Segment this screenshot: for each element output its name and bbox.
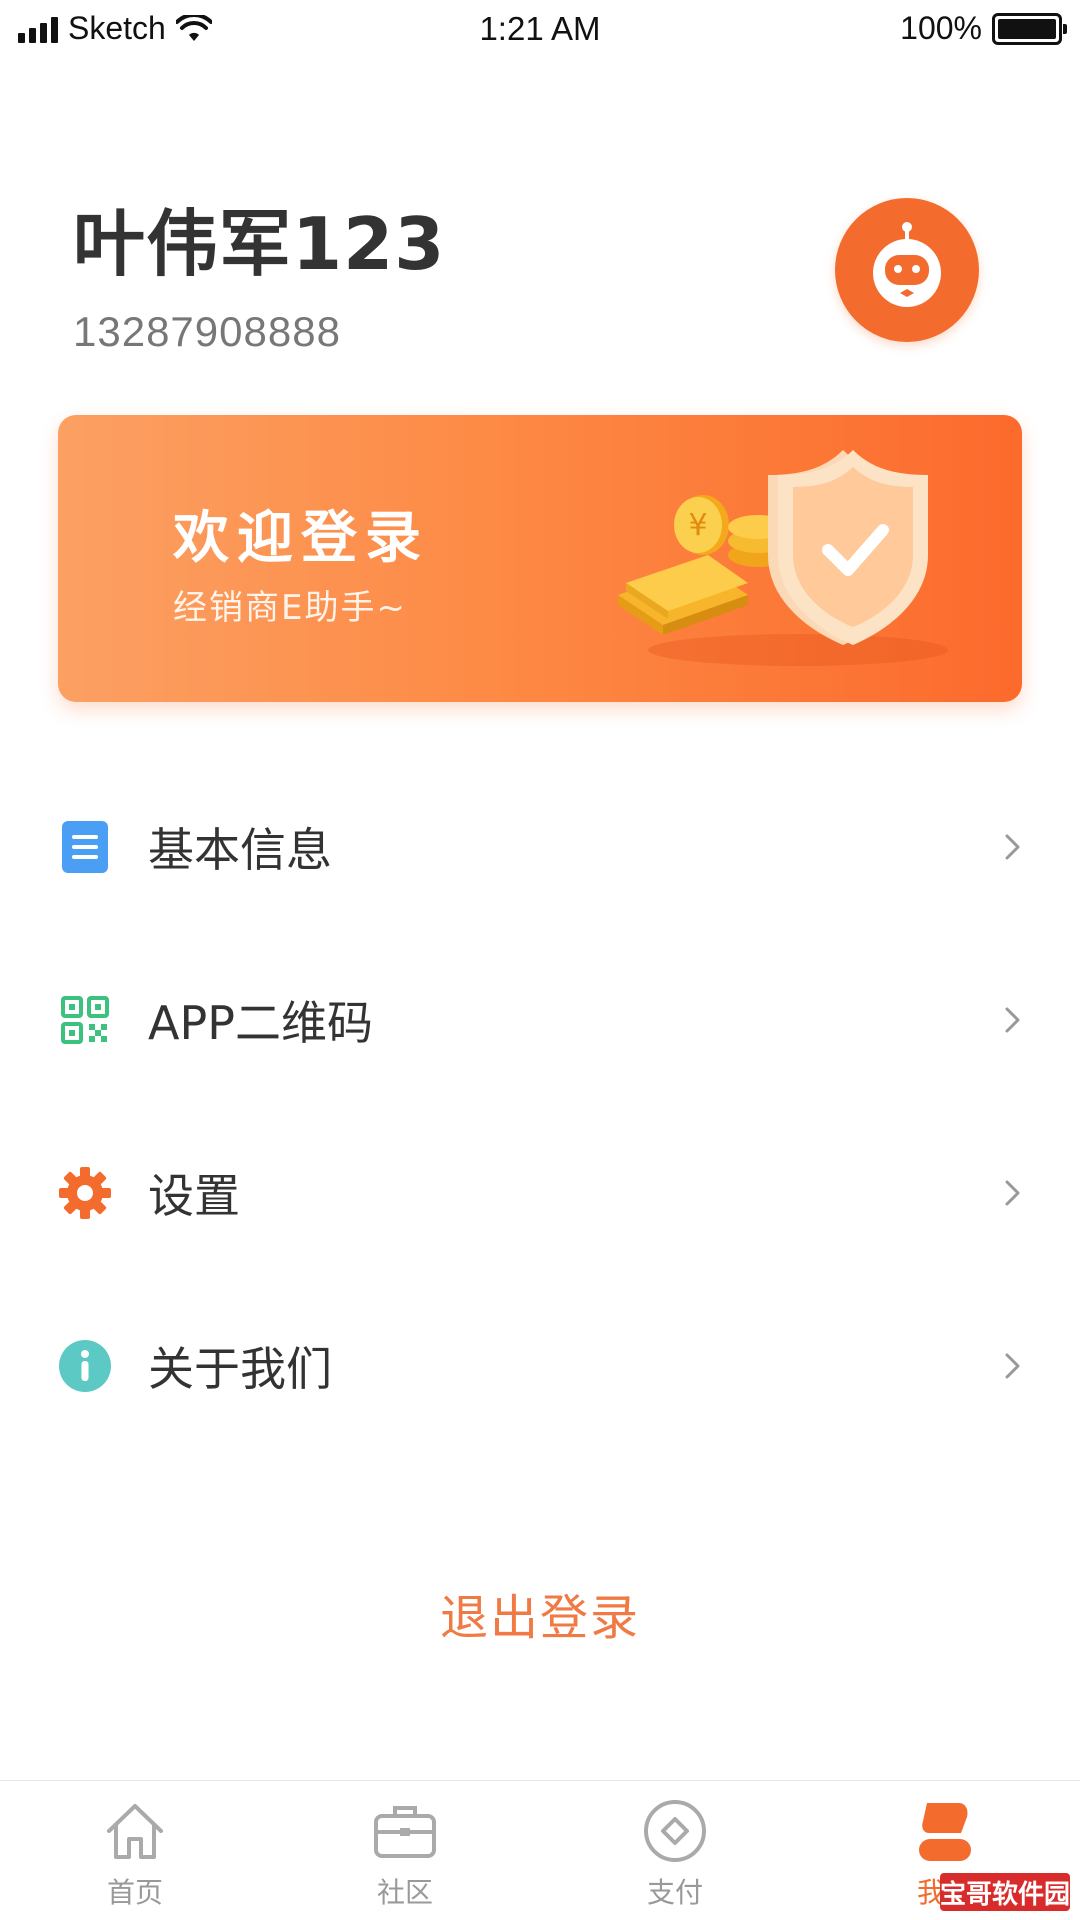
user-name: 叶伟军123 <box>73 202 446 286</box>
settings-menu: 基本信息 APP二维码 设置 关于我们 <box>0 760 1080 1452</box>
chevron-right-icon <box>1005 1007 1020 1032</box>
user-icon <box>913 1799 977 1863</box>
tab-payment[interactable]: 支付 <box>540 1781 810 1920</box>
info-icon <box>58 1339 112 1393</box>
profile-info: 叶伟军123 13287908888 <box>73 185 445 356</box>
status-bar-right: 100% <box>900 10 1067 47</box>
battery-percentage: 100% <box>900 10 982 46</box>
status-bar: Sketch 1:21 AM 100% <box>0 0 1080 62</box>
menu-item-label: 基本信息 <box>148 822 332 877</box>
money-stack-icon <box>618 555 748 635</box>
menu-item-settings[interactable]: 设置 <box>0 1106 1080 1279</box>
banner-title: 欢迎登录 <box>173 506 429 571</box>
qr-code-icon <box>58 993 112 1047</box>
banner-subtitle: 经销商E助手~ <box>173 588 407 628</box>
svg-text:¥: ¥ <box>688 508 707 543</box>
chevron-right-icon <box>1005 1180 1020 1205</box>
tab-community[interactable]: 社区 <box>270 1781 540 1920</box>
home-icon <box>103 1799 167 1863</box>
briefcase-icon <box>373 1799 437 1863</box>
tab-label: 支付 <box>646 1876 703 1909</box>
menu-item-label: 关于我们 <box>148 1341 332 1396</box>
battery-icon <box>992 12 1067 45</box>
shield-coins-illustration: ¥ <box>618 450 948 666</box>
menu-item-about-us[interactable]: 关于我们 <box>0 1279 1080 1452</box>
logout-button[interactable]: 退出登录 <box>0 1578 1080 1648</box>
menu-item-label: 设置 <box>148 1168 240 1223</box>
menu-item-basic-info[interactable]: 基本信息 <box>0 760 1080 933</box>
tab-label: 社区 <box>376 1876 433 1909</box>
payment-icon <box>643 1799 707 1863</box>
chevron-right-icon <box>1005 834 1020 859</box>
user-phone: 13287908888 <box>73 308 341 355</box>
menu-item-app-qrcode[interactable]: APP二维码 <box>0 933 1080 1106</box>
chevron-right-icon <box>1005 1353 1020 1378</box>
tab-home[interactable]: 首页 <box>0 1781 270 1920</box>
menu-item-label: APP二维码 <box>148 995 373 1050</box>
gear-icon <box>58 1166 112 1220</box>
bottom-tab-bar: 首页 社区 支付 我的 <box>0 1780 1080 1920</box>
robot-avatar-icon <box>873 222 941 307</box>
document-icon <box>58 820 112 874</box>
avatar[interactable] <box>835 198 979 342</box>
shield-icon <box>768 450 928 645</box>
welcome-banner[interactable]: 欢迎登录 经销商E助手~ ¥ <box>58 415 1022 702</box>
watermark-badge: 宝哥软件园 <box>940 1873 1070 1911</box>
tab-label: 首页 <box>106 1876 163 1909</box>
